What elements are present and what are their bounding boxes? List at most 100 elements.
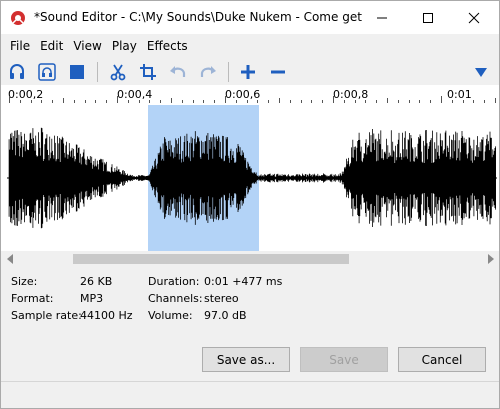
options-dropdown-button[interactable] — [471, 61, 491, 83]
window-title: *Sound Editor - C:\My Sounds\Duke Nukem … — [34, 10, 364, 24]
horizontal-scrollbar[interactable] — [1, 251, 499, 268]
redo-icon — [200, 66, 216, 77]
dropdown-arrow-icon — [475, 68, 487, 77]
volume-value: 97.0 dB — [204, 309, 247, 322]
play-selection-button[interactable] — [37, 61, 57, 83]
ruler-tick — [289, 100, 291, 103]
channels-label: Channels: — [148, 292, 203, 305]
waveform-area[interactable] — [1, 105, 499, 251]
menu-file[interactable]: File — [5, 36, 35, 56]
crop-button[interactable] — [138, 61, 158, 83]
maximize-button[interactable] — [405, 1, 451, 34]
ruler-tick — [19, 100, 21, 103]
ruler-tick — [160, 100, 162, 103]
headphones-icon — [10, 64, 24, 79]
ruler-tick — [214, 100, 216, 103]
ruler-tick — [84, 100, 86, 103]
ruler-tick — [484, 100, 486, 103]
ruler-tick — [441, 96, 442, 103]
toolbar-separator — [97, 62, 98, 82]
ruler-label: 0:01 — [447, 88, 472, 101]
ruler-label: 0:00,6 — [225, 88, 261, 101]
menu-play[interactable]: Play — [107, 36, 142, 56]
minimize-button[interactable] — [359, 1, 405, 34]
sound-editor-window: *Sound Editor - C:\My Sounds\Duke Nukem … — [0, 0, 500, 409]
minimize-icon — [377, 17, 387, 18]
toolbar — [1, 59, 499, 85]
save-button[interactable]: Save — [300, 347, 388, 372]
ruler-tick — [365, 100, 367, 103]
waveform — [7, 127, 497, 229]
stop-button[interactable] — [67, 61, 87, 83]
ruler-tick — [322, 100, 324, 103]
cut-button[interactable] — [108, 61, 128, 83]
footer-divider — [1, 381, 499, 382]
headphones-selection-icon — [38, 63, 56, 81]
ruler-tick — [333, 96, 334, 103]
ruler-tick — [257, 100, 259, 103]
ruler-tick — [354, 100, 356, 103]
app-icon — [11, 11, 25, 25]
redo-button[interactable] — [198, 61, 218, 83]
ruler-tick — [397, 100, 399, 103]
maximize-icon — [423, 12, 433, 23]
menu-bar: File Edit View Play Effects — [1, 36, 193, 56]
ruler-tick — [171, 98, 172, 103]
ruler-tick — [300, 100, 302, 103]
ruler-tick — [52, 100, 54, 103]
format-value: MP3 — [80, 292, 104, 305]
zoom-in-button[interactable] — [238, 61, 258, 83]
play-all-button[interactable] — [7, 61, 27, 83]
ruler-tick — [311, 100, 313, 103]
scrollbar-thumb[interactable] — [73, 254, 349, 264]
duration-value: 0:01 +477 ms — [204, 275, 283, 288]
ruler-tick — [462, 100, 464, 103]
size-value: 26 KB — [80, 275, 113, 288]
title-bar: *Sound Editor - C:\My Sounds\Duke Nukem … — [1, 1, 499, 34]
ruler-tick — [73, 100, 75, 103]
sample-rate-value: 44100 Hz — [80, 309, 133, 322]
time-ruler: 0:00,2 0:00,4 0:00,6 0:00,8 0:01 — [1, 85, 499, 105]
cancel-button[interactable]: Cancel — [398, 347, 486, 372]
ruler-label: 0:00,8 — [333, 88, 369, 101]
scroll-right-icon[interactable] — [487, 254, 495, 264]
format-label: Format: — [11, 292, 54, 305]
ruler-tick — [181, 100, 183, 103]
ruler-tick — [95, 100, 97, 103]
ruler-tick — [41, 100, 43, 103]
ruler-tick — [408, 100, 410, 103]
save-as-button[interactable]: Save as... — [202, 347, 290, 372]
close-button[interactable] — [451, 1, 497, 34]
undo-icon — [170, 66, 186, 77]
ruler-tick — [30, 100, 32, 103]
menu-edit[interactable]: Edit — [35, 36, 68, 56]
ruler-tick — [343, 100, 345, 103]
sample-rate-label: Sample rate: — [11, 309, 82, 322]
ruler-tick — [451, 100, 453, 103]
ruler-tick — [225, 96, 226, 103]
zoom-out-button[interactable] — [268, 61, 288, 83]
duration-label: Duration: — [148, 275, 200, 288]
volume-label: Volume: — [148, 309, 193, 322]
size-label: Size: — [11, 275, 38, 288]
ruler-tick — [430, 100, 432, 103]
ruler-tick — [387, 98, 388, 103]
cut-icon — [110, 64, 126, 81]
ruler-tick — [149, 100, 151, 103]
ruler-tick — [473, 100, 475, 103]
ruler-tick — [419, 100, 421, 103]
ruler-tick — [106, 100, 108, 103]
scroll-left-icon[interactable] — [6, 254, 14, 264]
ruler-tick — [235, 100, 237, 103]
toolbar-separator — [228, 62, 229, 82]
ruler-tick — [279, 98, 280, 103]
ruler-tick — [246, 100, 248, 103]
zoom-out-icon — [271, 70, 285, 74]
menu-effects[interactable]: Effects — [142, 36, 193, 56]
ruler-tick — [9, 96, 10, 103]
ruler-tick — [203, 100, 205, 103]
ruler-label: 0:00,4 — [117, 88, 153, 101]
undo-button[interactable] — [168, 61, 188, 83]
menu-view[interactable]: View — [68, 36, 106, 56]
crop-icon — [140, 64, 156, 80]
